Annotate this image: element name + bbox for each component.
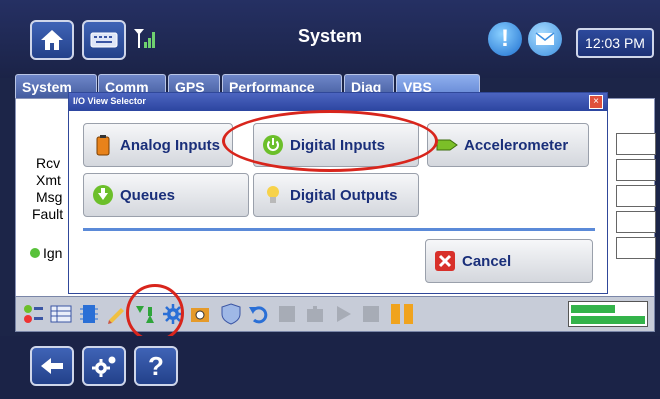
level-bar-top xyxy=(571,305,615,313)
chip-icon[interactable] xyxy=(78,303,100,325)
envelope-icon xyxy=(535,32,555,45)
undo-icon[interactable] xyxy=(248,303,270,325)
fault-label: Fault xyxy=(32,206,64,222)
puzzle-icon[interactable] xyxy=(304,303,326,325)
light-bulb-icon xyxy=(267,186,279,203)
highlight-ring xyxy=(222,110,438,172)
accelerometer-button[interactable]: Accelerometer xyxy=(427,123,589,167)
accelerometer-label: Accelerometer xyxy=(464,136,569,154)
keyboard-button[interactable] xyxy=(82,20,126,60)
status-lights-icon[interactable] xyxy=(22,303,44,325)
help-button[interactable]: ? xyxy=(134,346,178,386)
stop-icon[interactable] xyxy=(360,303,382,325)
ign-status-icon xyxy=(30,248,40,258)
analog-inputs-label: Analog Inputs xyxy=(120,136,220,154)
dialog-title: I/O View Selector xyxy=(69,93,607,111)
dialog-divider xyxy=(83,228,595,231)
value-box xyxy=(616,133,656,155)
rcv-label: Rcv xyxy=(36,155,61,171)
close-icon: × xyxy=(593,96,599,107)
cancel-label: Cancel xyxy=(462,252,512,270)
digital-outputs-label: Digital Outputs xyxy=(290,186,398,204)
message-button[interactable] xyxy=(528,22,562,56)
cancel-x-icon xyxy=(435,251,455,271)
stop-square-icon[interactable] xyxy=(276,303,298,325)
ign-label: Ign xyxy=(43,245,63,261)
pencil-icon[interactable] xyxy=(106,303,128,325)
arrow-left-icon xyxy=(41,358,63,374)
table-icon[interactable] xyxy=(50,303,72,325)
home-button[interactable] xyxy=(30,20,74,60)
gears-icon xyxy=(92,356,116,377)
signal-strength-icon xyxy=(132,26,158,52)
bottom-toolbar xyxy=(15,296,655,332)
play-icon[interactable] xyxy=(332,303,354,325)
keyboard-icon xyxy=(90,32,118,48)
highlight-ring xyxy=(126,284,184,342)
alert-icon: ! xyxy=(501,25,509,52)
alert-button[interactable]: ! xyxy=(488,22,522,56)
camera-search-icon[interactable] xyxy=(190,303,212,325)
value-box xyxy=(616,159,656,181)
clock-display: 12:03 PM xyxy=(576,28,654,58)
dialog-close-button[interactable]: × xyxy=(589,95,603,109)
level-meter xyxy=(568,301,648,327)
cancel-button[interactable]: Cancel xyxy=(425,239,593,283)
value-box xyxy=(616,211,656,233)
page-title: System xyxy=(297,26,363,46)
help-icon: ? xyxy=(148,350,164,381)
battery-icon xyxy=(96,135,110,156)
queues-button[interactable]: Queues xyxy=(83,173,249,217)
pause-icon[interactable] xyxy=(388,303,416,325)
msg-label: Msg xyxy=(36,189,63,205)
level-bar-bottom xyxy=(571,316,645,324)
queues-label: Queues xyxy=(120,186,176,204)
digital-outputs-button[interactable]: Digital Outputs xyxy=(253,173,419,217)
download-arrow-icon xyxy=(93,185,113,205)
home-icon xyxy=(41,30,63,50)
arrow-right-icon xyxy=(436,139,458,151)
xmt-label: Xmt xyxy=(36,172,61,188)
analog-inputs-button[interactable]: Analog Inputs xyxy=(83,123,233,167)
back-button[interactable] xyxy=(30,346,74,386)
value-box xyxy=(616,237,656,259)
value-box xyxy=(616,185,656,207)
shield-icon[interactable] xyxy=(220,303,242,325)
settings-button[interactable] xyxy=(82,346,126,386)
